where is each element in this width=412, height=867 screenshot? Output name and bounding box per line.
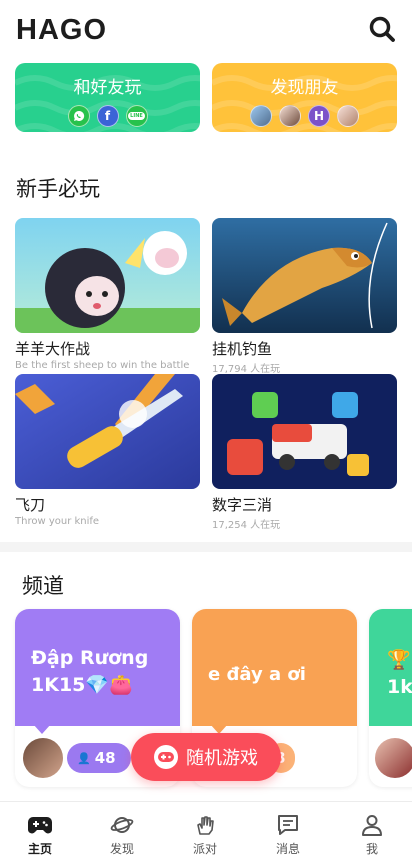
online-count-pill: 👤 48 [67, 743, 131, 773]
tab-messages[interactable]: 消息 [258, 814, 318, 857]
facebook-icon[interactable]: f [96, 105, 119, 127]
tab-me[interactable]: 我 [342, 814, 402, 857]
app-logo: HAGO [16, 14, 107, 46]
game-player-count: 17,254 人在玩 [212, 520, 281, 531]
find-friends-title: 发现朋友 [270, 78, 339, 98]
game-card[interactable]: 飞刀 Throw your knife [15, 374, 200, 527]
channel-title: Đập Rương 1K15💎👛 [31, 645, 148, 699]
channel-owner-avatar [23, 738, 63, 778]
tab-label: 发现 [109, 842, 134, 856]
facebook-letter: f [104, 109, 111, 123]
tab-discover[interactable]: 发现 [92, 814, 152, 857]
section-title-channel: 频道 [22, 574, 64, 598]
bottom-tab-bar: 主页 发现 派对 消息 我 [0, 801, 412, 867]
game-thumbnail-fishing [212, 218, 397, 333]
game-thumbnail-numbers [212, 374, 397, 489]
channel-card[interactable]: 🏆 1k [369, 609, 412, 787]
tab-label: 派对 [192, 842, 217, 856]
tab-label: 主页 [27, 842, 52, 856]
friend-avatar: H [308, 105, 330, 127]
message-icon [278, 815, 298, 835]
line-text: LINE [128, 112, 145, 120]
whatsapp-icon[interactable] [67, 105, 90, 127]
app-header: HAGO [0, 0, 412, 58]
tab-party[interactable]: 派对 [175, 814, 235, 857]
game-name: 羊羊大作战 [15, 340, 91, 358]
person-icon: 👤 [77, 751, 91, 765]
channel-title: e đây a ơi [208, 661, 306, 688]
tab-home[interactable]: 主页 [10, 814, 70, 857]
game-subtitle: Be the first sheep to win the battle [15, 360, 190, 371]
random-game-button[interactable]: 随机游戏 [131, 733, 281, 781]
channel-title-line: 1K15💎👛 [31, 674, 133, 696]
tab-label: 消息 [275, 842, 300, 856]
channel-title-line: 🏆 [387, 649, 411, 671]
play-with-friends-card[interactable]: 和好友玩 f LINE [15, 63, 200, 132]
game-thumbnail-knife [15, 374, 200, 489]
random-game-label: 随机游戏 [186, 748, 258, 769]
search-icon[interactable] [368, 15, 396, 43]
channel-title-line: e đây a ơi [208, 664, 306, 685]
game-card[interactable]: 羊羊大作战 Be the first sheep to win the batt… [15, 218, 200, 371]
game-card[interactable]: 挂机钓鱼 17,794 人在玩 [212, 218, 397, 375]
play-with-friends-title: 和好友玩 [73, 78, 142, 98]
line-icon[interactable]: LINE [125, 105, 148, 127]
gamepad-icon [154, 745, 178, 769]
friend-avatar [279, 105, 301, 127]
game-subtitle: Throw your knife [15, 516, 100, 527]
channel-title-line: 1k [387, 676, 412, 698]
game-player-count: 17,794 人在玩 [212, 364, 281, 375]
section-title-newbie: 新手必玩 [16, 177, 100, 201]
section-divider [0, 542, 412, 552]
game-name: 挂机钓鱼 [212, 340, 273, 358]
online-count: 48 [94, 749, 116, 767]
friend-avatar [250, 105, 272, 127]
gamepad-icon [28, 817, 52, 834]
channel-title-line: Đập Rương [31, 647, 149, 669]
channel-title: 🏆 1k [387, 647, 412, 701]
person-icon [362, 815, 382, 836]
planet-icon [110, 817, 134, 833]
channel-owner-avatar [375, 738, 412, 778]
game-thumbnail-sheep [15, 218, 200, 333]
find-friends-card[interactable]: 发现朋友 H [212, 63, 397, 132]
friend-avatar [337, 105, 359, 127]
game-card[interactable]: 数字三消 17,254 人在玩 [212, 374, 397, 531]
game-name: 数字三消 [212, 496, 273, 514]
hand-icon [197, 816, 214, 835]
avatar-letter: H [313, 109, 325, 123]
tab-label: 我 [365, 842, 378, 856]
game-name: 飞刀 [15, 496, 46, 514]
banner-notch [33, 724, 51, 734]
